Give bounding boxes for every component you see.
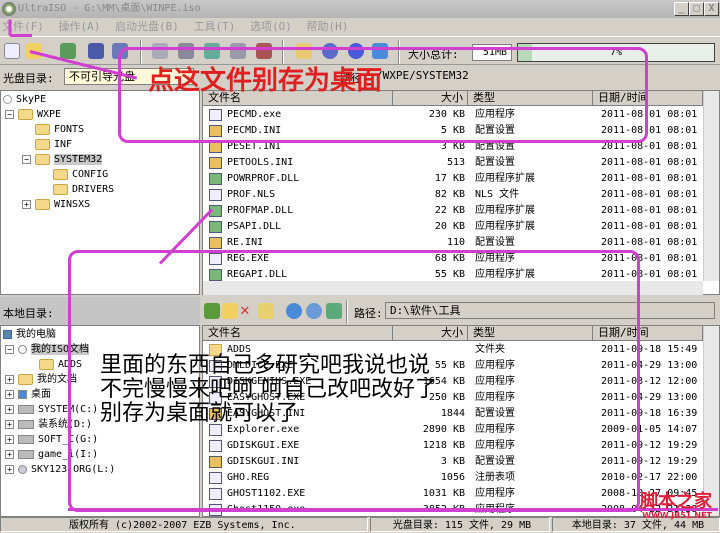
- folder-icon: [35, 138, 50, 150]
- tree-item-wxpe[interactable]: − WXPE: [5, 108, 61, 123]
- folder-icon: [35, 198, 50, 210]
- file-icon: [209, 237, 222, 249]
- file-size: 20 KB: [434, 221, 465, 232]
- file-name: PROFMAP.DLL: [227, 205, 294, 216]
- status-bar: 版权所有 (c)2002-2007 EZB Systems, Inc. 光盘目录…: [0, 517, 720, 532]
- menu-options[interactable]: 选项(O): [250, 20, 292, 33]
- annotation-line-bottom: [68, 508, 718, 511]
- watermark: 脚本之家 WWW.JB51.NET: [640, 491, 712, 521]
- computer-icon: [3, 329, 12, 339]
- folder-icon: [53, 183, 68, 195]
- vertical-scrollbar[interactable]: [703, 91, 719, 281]
- iso-dir-label: 光盘目录:: [3, 72, 54, 85]
- file-size: 82 KB: [434, 189, 465, 200]
- tree-item-skype[interactable]: SkyPE: [3, 93, 46, 108]
- file-icon: [209, 189, 222, 201]
- extract-icon[interactable]: [60, 43, 76, 59]
- file-name: POWRPROF.DLL: [227, 173, 300, 184]
- copyright-text: 版权所有 (c)2002-2007 EZB Systems, Inc.: [0, 517, 368, 532]
- local-dir-label: 本地目录:: [3, 307, 54, 320]
- file-type: 应用程序扩展: [475, 205, 535, 216]
- new-icon[interactable]: [4, 43, 20, 59]
- menu-tools[interactable]: 工具(T): [194, 20, 236, 33]
- annotation-text-bottom: 里面的东西自己多研究吧我说也说 不完慢慢来吧呵 呵自己改吧改好了 别存为桌面就可…: [100, 353, 437, 426]
- file-type: 应用程序扩展: [475, 173, 535, 184]
- file-icon: [209, 157, 222, 169]
- tree-item-desktop[interactable]: + 桌面: [5, 388, 51, 403]
- minimize-button[interactable]: _: [674, 2, 689, 16]
- file-type: 配置设置: [475, 237, 515, 248]
- close-button[interactable]: X: [704, 2, 719, 16]
- folder-icon: [18, 108, 33, 120]
- file-size: 22 KB: [434, 205, 465, 216]
- cd-icon: [18, 344, 27, 354]
- tree-item-fonts[interactable]: FONTS: [35, 123, 84, 138]
- cd-drive-icon: [18, 464, 27, 474]
- app-logo-icon: [2, 2, 16, 16]
- file-date: 2011-08-01 08:01: [601, 237, 698, 248]
- drive-icon: [18, 404, 34, 414]
- file-size: 110: [446, 237, 465, 248]
- cd-icon: [3, 94, 12, 104]
- folder-icon: [53, 168, 68, 180]
- file-name: RE.INI: [227, 237, 264, 248]
- file-type: NLS 文件: [475, 189, 520, 200]
- file-name: PROF.NLS: [227, 189, 276, 200]
- folder-icon: [35, 153, 50, 165]
- file-date: 2011-08-01 08:01: [601, 221, 698, 232]
- documents-icon: [18, 373, 33, 385]
- maximize-button[interactable]: □: [689, 2, 704, 16]
- drive-icon: [18, 434, 34, 444]
- desktop-icon: [18, 389, 27, 399]
- annotation-underline: [10, 34, 32, 37]
- title-bar: UltraISO - G:\MM\桌面\WINPE.iso _ □ X: [0, 0, 720, 18]
- file-type: 配置设置: [475, 157, 515, 168]
- tree-item-winsxs[interactable]: + WINSXS: [22, 198, 90, 213]
- tree-item-my-computer[interactable]: 我的电脑: [3, 328, 56, 343]
- file-icon: [209, 221, 222, 233]
- file-date: 2011-08-01 08:01: [601, 173, 698, 184]
- file-type: 应用程序扩展: [475, 221, 535, 232]
- folder-icon: [39, 358, 54, 370]
- annotation-text-top: 点这文件别存为桌面: [148, 66, 383, 96]
- menu-bar: 文件(F) 操作(A) 启动光盘(B) 工具(T) 选项(O) 帮助(H): [0, 18, 720, 36]
- tree-item-config[interactable]: CONFIG: [53, 168, 108, 183]
- menu-actions[interactable]: 操作(A): [59, 20, 101, 33]
- folder-icon: [35, 123, 50, 135]
- file-row[interactable]: PETOOLS.INI 513 配置设置 2011-08-01 08:01: [203, 155, 703, 171]
- file-row[interactable]: POWRPROF.DLL 17 KB 应用程序扩展 2011-08-01 08:01: [203, 171, 703, 187]
- file-date: 2011-08-01 08:01: [601, 157, 698, 168]
- file-size: 513: [446, 157, 465, 168]
- file-row[interactable]: PROF.NLS 82 KB NLS 文件 2011-08-01 08:01: [203, 187, 703, 203]
- file-name: PETOOLS.INI: [227, 157, 294, 168]
- drive-icon: [18, 419, 34, 429]
- file-date: 2011-08-01 08:01: [601, 205, 698, 216]
- save-icon[interactable]: [88, 43, 104, 59]
- file-icon: [209, 173, 222, 185]
- window-title: UltraISO - G:\MM\桌面\WINPE.iso: [18, 3, 201, 14]
- drive-icon: [18, 449, 34, 459]
- tree-item-drivers[interactable]: DRIVERS: [53, 183, 114, 198]
- file-row[interactable]: PROFMAP.DLL 22 KB 应用程序扩展 2011-08-01 08:01: [203, 203, 703, 219]
- file-name: PSAPI.DLL: [227, 221, 282, 232]
- tree-item-my-documents[interactable]: + 我的文档: [5, 373, 77, 388]
- iso-info: 光盘目录: 115 文件, 29 MB: [370, 517, 550, 532]
- annotation-tick: [8, 19, 12, 36]
- tree-item-system32[interactable]: − SYSTEM32: [22, 153, 103, 168]
- file-row[interactable]: RE.INI 110 配置设置 2011-08-01 08:01: [203, 235, 703, 251]
- file-size: 17 KB: [434, 173, 465, 184]
- menu-bootable[interactable]: 启动光盘(B): [115, 20, 179, 33]
- vertical-scrollbar[interactable]: [703, 326, 719, 516]
- menu-help[interactable]: 帮助(H): [307, 20, 349, 33]
- file-row[interactable]: PSAPI.DLL 20 KB 应用程序扩展 2011-08-01 08:01: [203, 219, 703, 235]
- file-date: 2011-08-01 08:01: [601, 189, 698, 200]
- tree-item-inf[interactable]: INF: [35, 138, 72, 153]
